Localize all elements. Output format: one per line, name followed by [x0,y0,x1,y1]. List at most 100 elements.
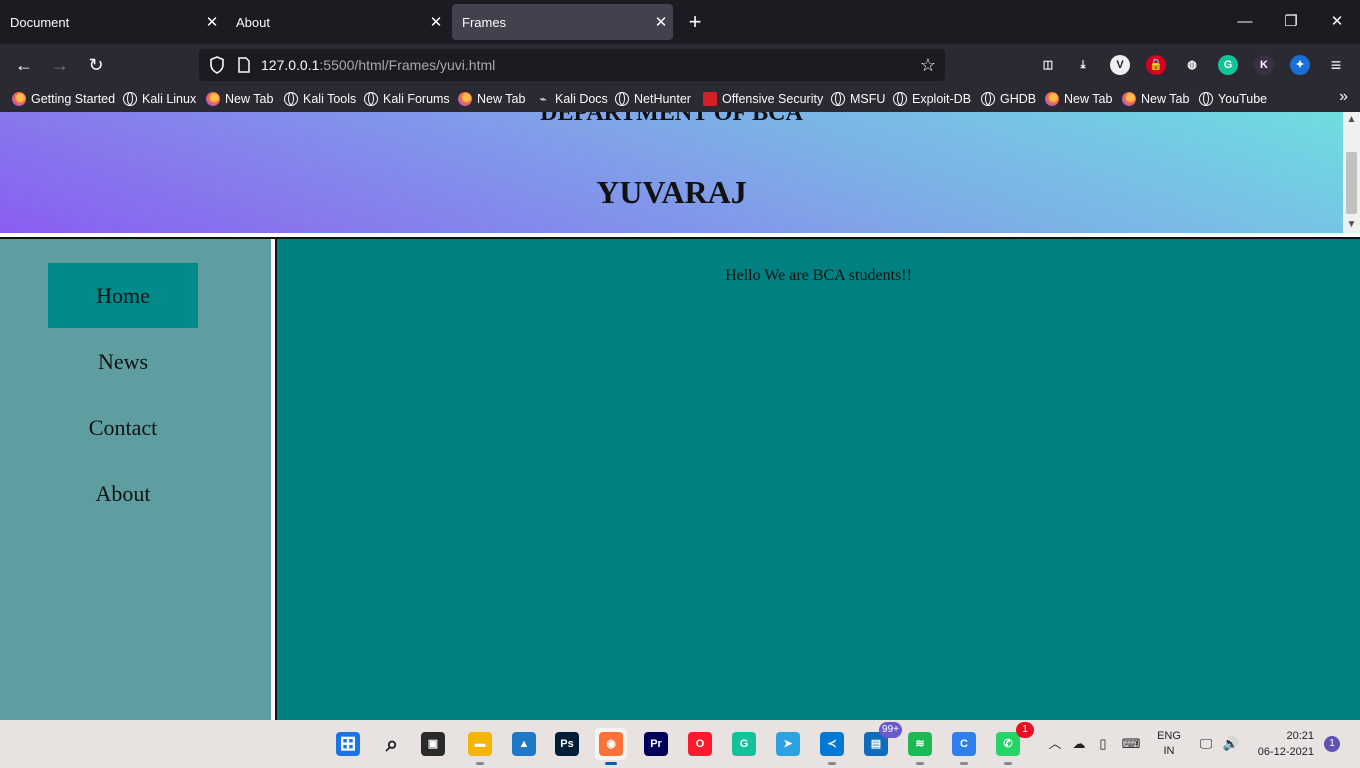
whatsapp-icon[interactable]: ✆ 1 [992,722,1034,765]
notification-badge[interactable]: 1 [1324,736,1340,752]
grammarly-app-icon[interactable]: G [728,728,760,760]
bookmark-item[interactable]: YouTube [1199,90,1267,108]
vpn-icon[interactable]: V [1110,55,1130,75]
page-icon [238,57,250,73]
pocket-icon[interactable]: ◫ [1038,55,1058,75]
downloads-icon[interactable]: ⤓ [1073,55,1093,75]
telegram-icon-glyph: ➤ [776,732,800,756]
url-path: :5500/html/Frames/yuvi.html [319,57,496,73]
bookmark-item[interactable]: New Tab [1045,90,1112,108]
shield-icon[interactable] [207,55,227,75]
calendar-icon[interactable]: ▤ 99+ [860,722,902,760]
bookmark-item[interactable]: NetHunter [615,90,691,108]
globe-icon [1199,92,1213,106]
firefox-icon[interactable]: ◉ [595,728,627,765]
spotify-icon[interactable]: ≋ [904,728,936,765]
url-host: 127.0.0.1 [261,57,320,73]
language-code: ENG [1157,730,1181,742]
restore-icon[interactable]: ❐ [1268,8,1314,36]
bookmark-item[interactable]: Getting Started [12,90,115,108]
opera-icon[interactable]: O [684,728,716,760]
clock[interactable]: 20:21 06-12-2021 [1250,728,1314,760]
start-icon[interactable]: ⊞ [332,728,364,760]
menu-item-news[interactable]: News [48,329,198,394]
close-tab-icon[interactable]: ✕ [649,13,673,31]
minimize-icon[interactable]: — [1222,8,1268,36]
bookmark-item[interactable]: New Tab [206,90,273,108]
app-badge: 1 [1016,722,1034,738]
forward-arrow-icon[interactable]: → [46,51,74,79]
usb-icon[interactable]: ▯ [1094,734,1112,754]
globe-icon [615,92,629,106]
header-scrollbar[interactable]: ▲ ▼ [1343,112,1360,233]
close-tab-icon[interactable]: ✕ [424,13,448,31]
scrollbar-thumb[interactable] [1346,152,1357,214]
tab-strip: Document ✕ About ✕ Frames ✕ + — ❐ ✕ [0,0,1360,44]
chevron-right-icon[interactable]: » [1339,88,1348,106]
bookmark-label: YouTube [1218,92,1268,106]
file-explorer-icon[interactable]: ▬ [464,728,496,765]
lock-extension-icon[interactable]: 🔒 [1146,55,1166,75]
greeting-text: Hello We are BCA students!! [725,267,912,284]
hamburger-menu-icon[interactable]: ≡ [1322,51,1350,79]
menu-item-home[interactable]: Home [48,263,198,328]
reload-icon[interactable]: ↻ [82,51,110,79]
vscode-icon[interactable]: ≺ [816,728,848,765]
cookie-icon[interactable]: ◍ [1182,55,1202,75]
bookmark-star-icon[interactable]: ☆ [917,54,939,76]
bookmark-item[interactable]: Kali Linux [123,90,196,108]
telegram-icon[interactable]: ➤ [772,728,804,760]
tab-label: Document [10,14,70,30]
gamepad-extension-icon[interactable]: ✦ [1290,55,1310,75]
grammarly-app-icon-glyph: G [732,732,756,756]
volume-icon[interactable]: 🔊 [1220,734,1242,754]
address-bar[interactable]: 127.0.0.1:5500/html/Frames/yuvi.html ☆ [199,49,945,81]
menu-item-contact[interactable]: Contact [48,395,198,460]
app-badge: 99+ [879,722,902,738]
back-arrow-icon[interactable]: ← [10,51,38,79]
search-icon[interactable]: ⌕ [376,728,408,760]
photoshop-icon[interactable]: Ps [551,728,583,760]
task-view-icon[interactable]: ▣ [417,728,449,760]
cloud-icon[interactable]: ☁ [1070,734,1088,754]
bookmark-item[interactable]: ⌁ Kali Docs [536,90,608,108]
bookmark-label: New Tab [1141,92,1190,106]
premiere-icon[interactable]: Pr [640,728,672,760]
language-indicator[interactable]: ENG IN [1156,729,1182,759]
network-icon[interactable]: 🖵 [1196,734,1216,754]
url-text[interactable]: 127.0.0.1:5500/html/Frames/yuvi.html [261,57,495,73]
bookmarks-bar: Getting Started Kali Linux New Tab Kali Too… [0,86,1360,112]
scroll-down-icon[interactable]: ▼ [1343,217,1360,233]
bookmark-item[interactable]: Kali Tools [284,90,356,108]
tab-frames[interactable]: Frames ✕ [452,4,673,40]
close-icon[interactable]: ✕ [1314,8,1360,36]
bookmark-label: New Tab [225,92,274,106]
bookmark-label: Kali Docs [555,92,608,106]
offsec-icon [703,92,717,106]
bookmark-item[interactable]: New Tab [458,90,525,108]
site-title: YUVARAJ [596,174,747,210]
bookmark-item[interactable]: Offensive Security [703,90,823,108]
tab-about[interactable]: About ✕ [226,4,448,40]
chevron-up-icon[interactable]: ︿ [1046,734,1064,754]
photoshop-icon-glyph: Ps [555,732,579,756]
k-extension-icon[interactable]: K [1254,55,1274,75]
menu-item-about[interactable]: About [48,461,198,526]
grammarly-icon[interactable]: G [1218,55,1238,75]
bookmark-item[interactable]: GHDB [981,90,1036,108]
keyboard-icon[interactable]: ⌨ [1120,734,1142,754]
scroll-up-icon[interactable]: ▲ [1343,112,1360,128]
tab-document[interactable]: Document ✕ [0,4,224,40]
department-heading: DEPARTMENT OF BCA [540,112,803,126]
bookmark-item[interactable]: Kali Forums [364,90,450,108]
firefox-icon-glyph: ◉ [599,732,623,756]
taskbar: ⊞ ⌕ ▣ ▬ ▲ Ps ◉ Pr O G ➤ ≺ ▤ 99+ ≋ C ✆ 1 ︿ ☁ ▯ ⌨ ENG IN 🖵 … [0,720,1360,768]
task-view-icon-glyph: ▣ [421,732,445,756]
bookmark-item[interactable]: Exploit-DB [893,90,971,108]
c-app-icon[interactable]: C [948,728,980,765]
close-tab-icon[interactable]: ✕ [200,13,224,31]
bookmark-item[interactable]: New Tab [1122,90,1189,108]
plus-icon[interactable]: + [682,8,708,36]
photos-icon[interactable]: ▲ [508,728,540,760]
bookmark-item[interactable]: MSFU [831,90,885,108]
